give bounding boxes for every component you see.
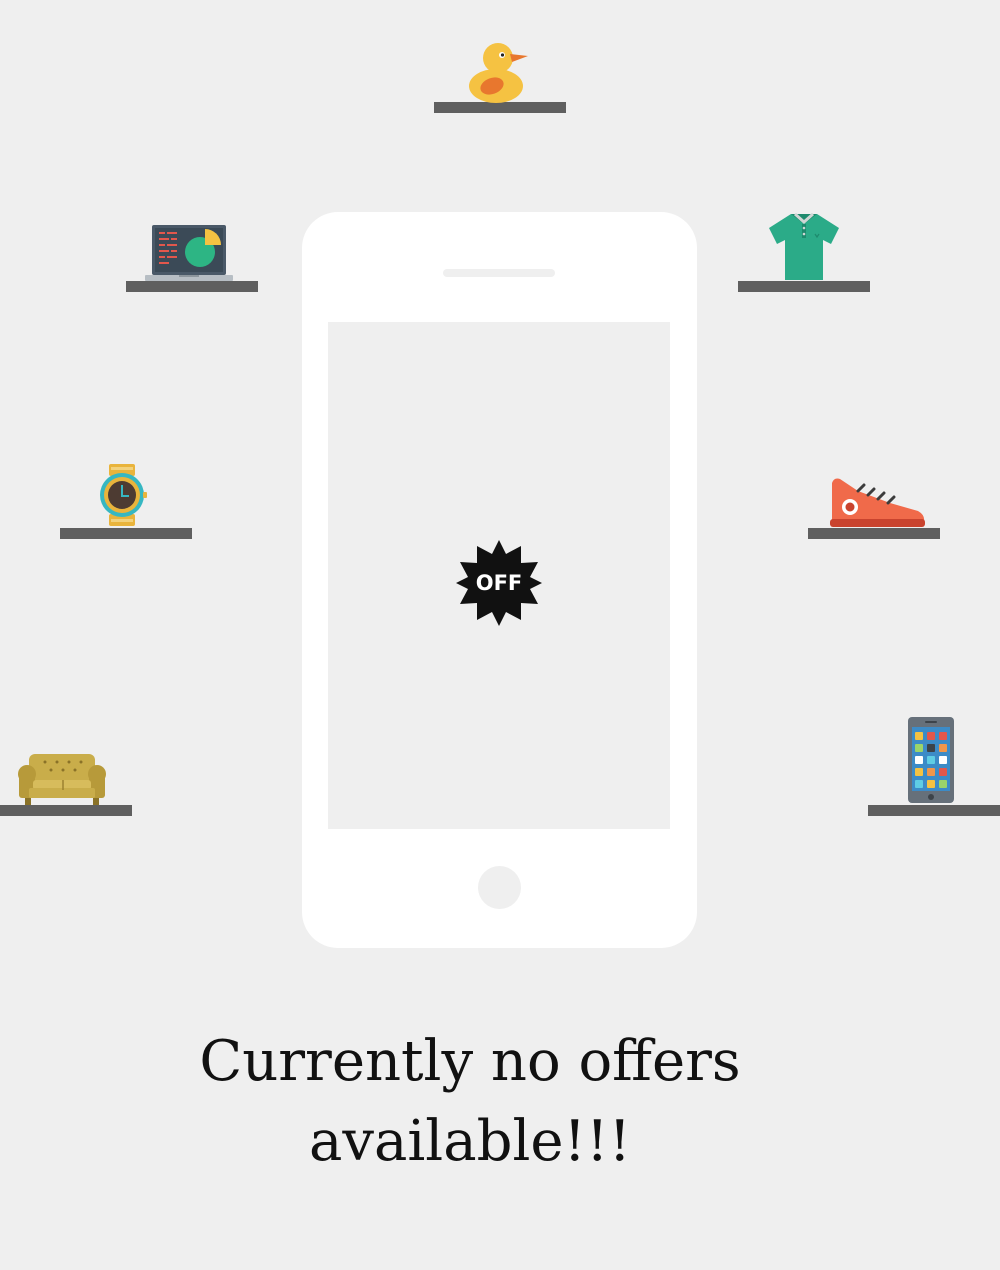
shelf-shirt [738,281,870,292]
phone-speaker [443,269,555,277]
phone-screen: OFF [328,322,670,829]
phone-illustration: OFF [302,212,697,948]
shelf-sneaker [808,528,940,539]
smartphone-icon [907,716,955,804]
rubber-duck-icon [466,40,532,104]
offer-badge-label: OFF [476,571,523,595]
empty-state-message-line1: Currently no offers [199,1029,741,1094]
sneaker-icon [828,475,926,529]
phone-home-button [478,866,521,909]
polo-shirt-icon [767,212,841,282]
shelf-watch [60,528,192,539]
shelf-laptop [126,281,258,292]
sofa-icon [17,752,107,806]
offer-badge-icon: OFF [454,538,544,628]
laptop-icon [145,224,233,282]
empty-state-message-line2: available!!! [308,1109,632,1174]
empty-state-message: Currently no offers available!!! [170,1022,770,1182]
wristwatch-icon [99,463,147,527]
shelf-smartphone [868,805,1000,816]
shelf-sofa [0,805,132,816]
